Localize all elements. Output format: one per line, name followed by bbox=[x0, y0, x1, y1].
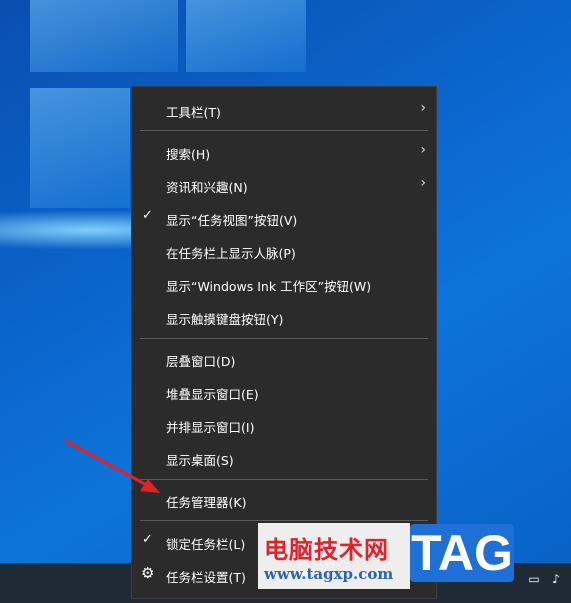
menu-item-label: 资讯和兴趣(N) bbox=[166, 180, 248, 195]
menu-item-label: 显示“Windows Ink 工作区”按钮(W) bbox=[166, 279, 372, 294]
menu-item-search[interactable]: 搜索(H) › bbox=[132, 137, 436, 167]
menu-separator bbox=[140, 338, 428, 339]
windows-logo-pane bbox=[30, 88, 130, 208]
system-tray[interactable]: ▭ ♪ bbox=[527, 572, 563, 586]
watermark-title: 电脑技术网 bbox=[264, 535, 389, 564]
menu-separator bbox=[140, 130, 428, 131]
menu-separator bbox=[140, 520, 428, 521]
gear-icon: ⚙ bbox=[141, 564, 155, 582]
chevron-right-icon: › bbox=[420, 142, 426, 158]
watermark-logo-badge: TAG bbox=[410, 524, 514, 582]
menu-item-news-interests[interactable]: 资讯和兴趣(N) › bbox=[132, 170, 436, 200]
menu-item-label: 显示触摸键盘按钮(Y) bbox=[166, 312, 284, 327]
chevron-right-icon: › bbox=[420, 100, 426, 116]
volume-icon[interactable]: ♪ bbox=[549, 572, 563, 586]
menu-item-show-people[interactable]: 在任务栏上显示人脉(P) bbox=[132, 236, 436, 266]
menu-item-label: 层叠窗口(D) bbox=[166, 354, 236, 369]
menu-item-label: 显示“任务视图”按钮(V) bbox=[166, 213, 298, 228]
watermark: 电脑技术网 www.tagxp.com TAG bbox=[258, 523, 518, 589]
chevron-right-icon: › bbox=[420, 175, 426, 191]
checkmark-icon: ✓ bbox=[142, 532, 153, 547]
network-icon[interactable]: ▭ bbox=[527, 572, 541, 586]
menu-item-show-task-view[interactable]: ✓ 显示“任务视图”按钮(V) bbox=[132, 203, 436, 233]
menu-item-stack-windows[interactable]: 堆叠显示窗口(E) bbox=[132, 377, 436, 407]
menu-item-label: 锁定任务栏(L) bbox=[166, 537, 246, 552]
menu-item-label: 任务管理器(K) bbox=[166, 495, 247, 510]
menu-item-label: 工具栏(T) bbox=[166, 105, 221, 120]
annotation-arrow bbox=[64, 439, 160, 493]
menu-item-label: 并排显示窗口(I) bbox=[166, 420, 255, 435]
windows-logo-pane bbox=[186, 0, 306, 72]
menu-item-cascade-windows[interactable]: 层叠窗口(D) bbox=[132, 344, 436, 374]
menu-item-show-touch-keyboard[interactable]: 显示触摸键盘按钮(Y) bbox=[132, 302, 436, 332]
menu-item-side-by-side[interactable]: 并排显示窗口(I) bbox=[132, 410, 436, 440]
windows-logo-pane bbox=[30, 0, 178, 72]
watermark-url: www.tagxp.com bbox=[264, 565, 394, 583]
menu-item-show-desktop[interactable]: 显示桌面(S) bbox=[132, 443, 436, 473]
menu-item-label: 在任务栏上显示人脉(P) bbox=[166, 246, 296, 261]
menu-item-label: 任务栏设置(T) bbox=[166, 570, 246, 585]
menu-item-show-ink-workspace[interactable]: 显示“Windows Ink 工作区”按钮(W) bbox=[132, 269, 436, 299]
menu-separator bbox=[140, 479, 428, 480]
menu-item-label: 显示桌面(S) bbox=[166, 453, 234, 468]
menu-item-label: 搜索(H) bbox=[166, 147, 211, 162]
menu-item-toolbars[interactable]: 工具栏(T) › bbox=[132, 95, 436, 125]
menu-item-task-manager[interactable]: 任务管理器(K) bbox=[132, 485, 436, 515]
menu-item-label: 堆叠显示窗口(E) bbox=[166, 387, 259, 402]
checkmark-icon: ✓ bbox=[142, 208, 153, 223]
